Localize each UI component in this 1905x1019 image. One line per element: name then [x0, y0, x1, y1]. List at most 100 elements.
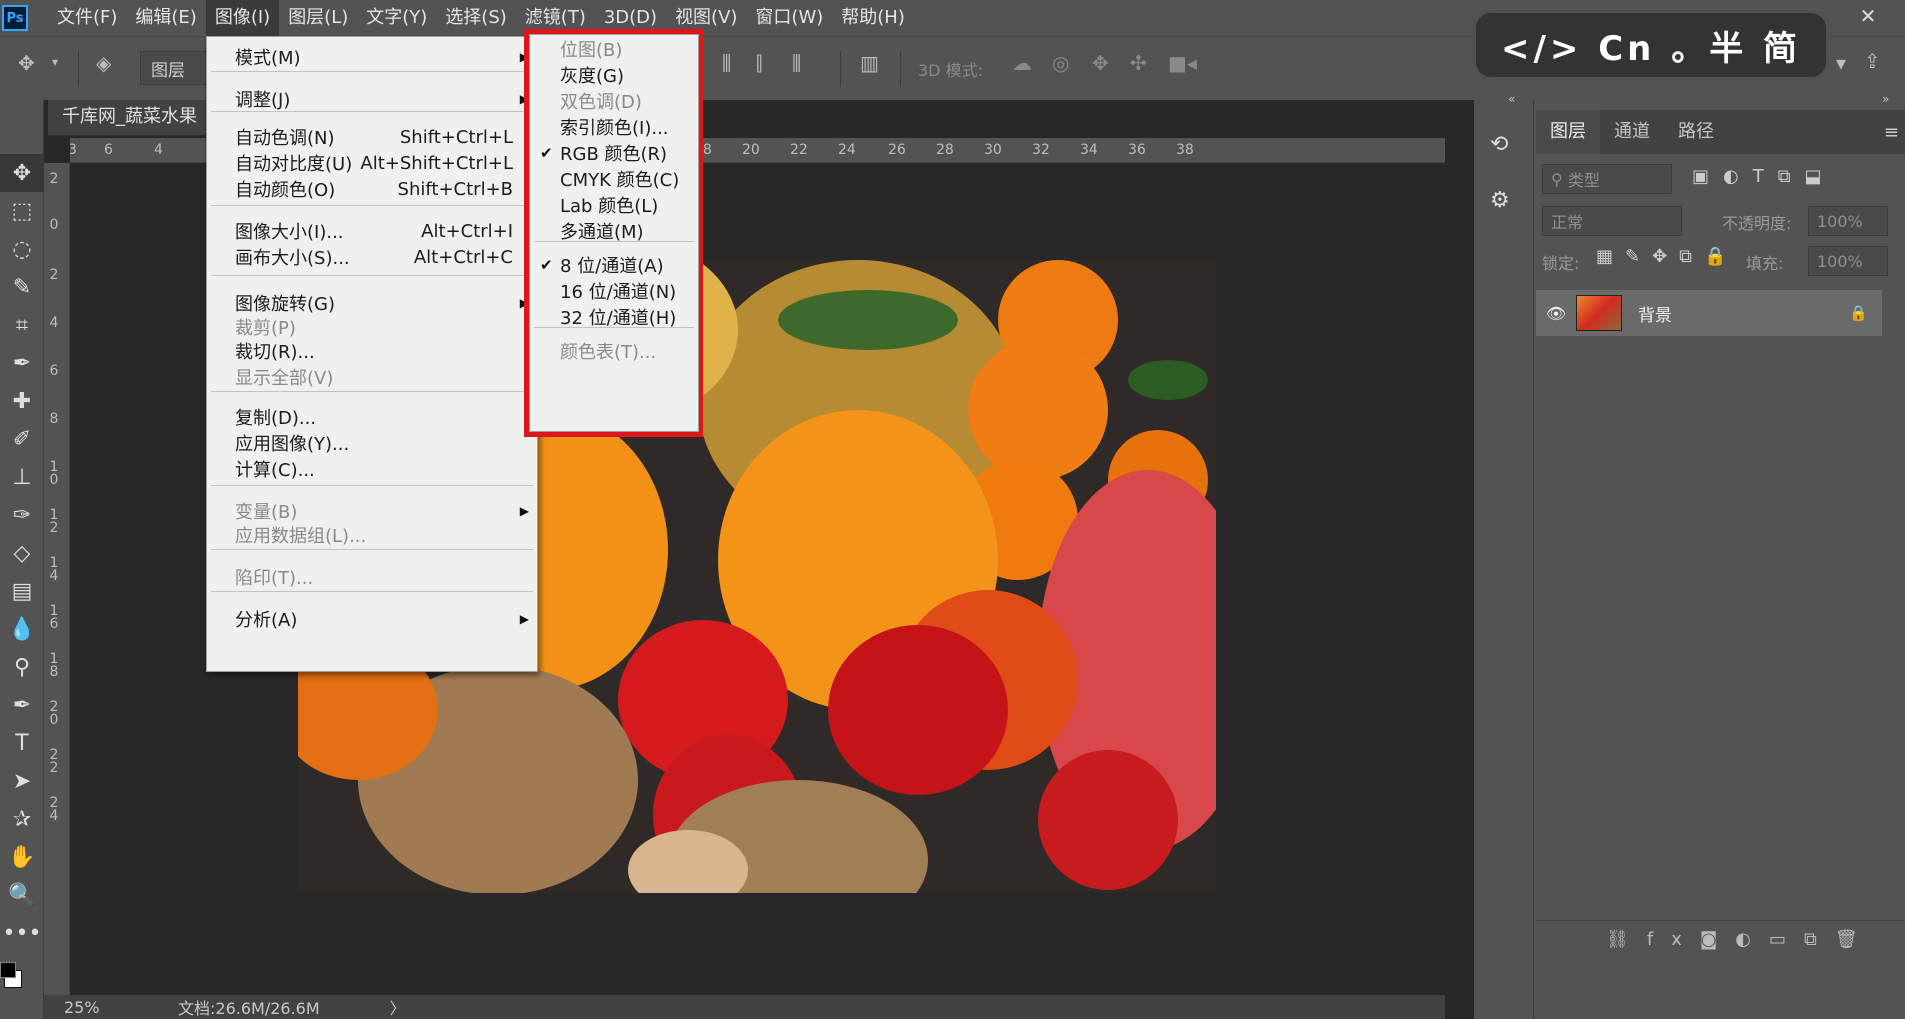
submenu-item-label: Lab 颜色(L) [560, 196, 659, 217]
eyedropper-tool-icon[interactable]: ✒ [0, 344, 44, 382]
more-tools-icon[interactable]: ••• [0, 914, 44, 952]
layer-row[interactable]: 👁 背景 🔒 [1536, 290, 1882, 336]
align-middle-icon[interactable]: ⫿ [756, 51, 762, 75]
shape-tool-icon[interactable]: ✰ [0, 800, 44, 838]
zoom-tool-icon[interactable]: 🔍 [0, 876, 44, 914]
move-tool-icon[interactable]: ✥ [18, 51, 35, 75]
menu-item[interactable]: 帮助(H) [832, 0, 914, 36]
mode-submenu-item[interactable]: 32 位/通道(H) [530, 303, 698, 331]
image-menu-item[interactable]: 自动对比度(U) Alt+Shift+Ctrl+L [207, 149, 537, 177]
menu-item[interactable]: 选择(S) [436, 0, 515, 36]
panel-menu-icon[interactable]: ≡ [1884, 122, 1899, 143]
ruler-tick-label: 2 [49, 267, 59, 283]
chevron-down-icon[interactable]: ▾ [52, 55, 58, 69]
menu-item-shortcut: Shift+Ctrl+L [399, 126, 513, 148]
auto-select-target[interactable]: 图层 [140, 51, 210, 85]
menu-item-label: 应用数据组(L)... [235, 526, 367, 547]
properties-panel-icon[interactable]: ⚙ [1490, 188, 1510, 213]
3d-roll-icon[interactable]: ◎ [1052, 51, 1069, 75]
brush-tool-icon[interactable]: ✐ [0, 420, 44, 458]
3d-scale-icon[interactable]: ■◂ [1168, 51, 1197, 75]
image-menu-item[interactable]: 应用图像(Y)... [207, 429, 537, 457]
share-icon[interactable]: ⇪ [1864, 49, 1881, 73]
image-menu-item[interactable]: 分析(A) ▶ [207, 605, 537, 633]
tab-channels[interactable]: 通道 [1600, 110, 1664, 154]
mode-submenu-item[interactable]: 索引颜色(I)... [530, 113, 698, 141]
image-menu-dropdown: 模式(M) ▶ 调整(J) ▶ 自动色调(N) Shift+Ctrl+L 自动对比度(U) A… [206, 36, 538, 672]
fill-field[interactable]: 100% [1808, 246, 1888, 276]
menu-item[interactable]: 窗口(W) [746, 0, 832, 36]
menu-item[interactable]: 文字(Y) [357, 0, 436, 36]
quick-select-tool-icon[interactable]: ✎ [0, 268, 44, 306]
layer-actions-icons[interactable]: ⛓fx◙◐▭⧉🗑 [1606, 929, 1876, 950]
image-menu-item[interactable]: 复制(D)... [207, 403, 537, 431]
mode-submenu-item[interactable]: Lab 颜色(L) [530, 191, 698, 219]
collapse-right-icon[interactable]: » [1882, 92, 1889, 106]
image-menu-item[interactable]: 调整(J) ▶ [207, 85, 537, 113]
blend-mode-select[interactable]: 正常 [1542, 206, 1682, 236]
tab-paths[interactable]: 路径 [1664, 110, 1728, 154]
blur-tool-icon[interactable]: 💧 [0, 610, 44, 648]
close-window-button[interactable]: ✕ [1848, 2, 1888, 30]
image-menu-item[interactable]: 自动颜色(O) Shift+Ctrl+B [207, 175, 537, 203]
document-tab[interactable]: 千库网_蔬菜水果 [48, 100, 212, 136]
healing-brush-icon[interactable]: ✚ [0, 382, 44, 420]
menu-item[interactable]: 编辑(E) [126, 0, 205, 36]
distribute-icon[interactable]: ▥ [860, 51, 879, 75]
image-menu-item[interactable]: 图像大小(I)... Alt+Ctrl+I [207, 217, 537, 245]
image-menu-item[interactable]: 计算(C)... [207, 455, 537, 483]
foreground-color-swatch[interactable] [0, 962, 16, 978]
image-menu-item[interactable]: 裁切(R)... [207, 337, 537, 365]
eraser-tool-icon[interactable]: ◇ [0, 534, 44, 572]
workspace-chevron-icon[interactable]: ▾ [1836, 51, 1846, 75]
3d-slide-icon[interactable]: ✣ [1130, 51, 1147, 75]
image-menu-item[interactable]: 自动色调(N) Shift+Ctrl+L [207, 123, 537, 151]
move-tool-icon[interactable]: ✥ [0, 154, 44, 192]
image-menu-item[interactable]: 模式(M) ▶ [207, 43, 537, 71]
3d-pan-icon[interactable]: ✥ [1092, 51, 1109, 75]
dodge-tool-icon[interactable]: ⚲ [0, 648, 44, 686]
crop-tool-icon[interactable]: ⌗ [0, 306, 44, 344]
mode-submenu-item[interactable]: 16 位/通道(N) [530, 277, 698, 305]
align-right-icon[interactable]: ⫼ [792, 51, 801, 75]
lock-options-icons[interactable]: ▦✎✥⧉🔒 [1596, 246, 1738, 267]
pen-tool-icon[interactable]: ✒ [0, 686, 44, 724]
mode-submenu-item[interactable]: CMYK 颜色(C) [530, 165, 698, 193]
stamp-tool-icon[interactable]: ⊥ [0, 458, 44, 496]
hand-tool-icon[interactable]: ✋ [0, 838, 44, 876]
fill-label: 填充: [1746, 254, 1784, 273]
collapse-left-icon[interactable]: « [1508, 92, 1515, 106]
menu-item[interactable]: 图层(L) [279, 0, 357, 36]
layers-stack-icon[interactable]: ◈ [96, 51, 111, 75]
type-tool-icon[interactable]: T [0, 724, 44, 762]
marquee-tool-icon[interactable]: ⬚ [0, 192, 44, 230]
mode-submenu-item[interactable]: ✔ 8 位/通道(A) [530, 251, 698, 279]
menu-item[interactable]: 图像(I) [205, 0, 280, 36]
eye-icon[interactable]: 👁 [1536, 304, 1576, 323]
menu-item-shortcut: Shift+Ctrl+B [397, 178, 513, 200]
tab-layers[interactable]: 图层 [1536, 110, 1600, 154]
mode-submenu-item[interactable]: 灰度(G) [530, 61, 698, 89]
status-menu-arrow[interactable]: 〉 [390, 995, 406, 1019]
image-menu-item[interactable]: 画布大小(S)... Alt+Ctrl+C [207, 243, 537, 271]
menu-item-label: 分析(A) [235, 610, 298, 631]
align-center-icon[interactable]: ⫼ [722, 51, 731, 75]
lasso-tool-icon[interactable]: ◌ [0, 230, 44, 268]
mode-submenu-item[interactable]: ✔ RGB 颜色(R) [530, 139, 698, 167]
filter-icons[interactable]: ▣◐T⧉⬓ [1692, 166, 1836, 187]
opacity-field[interactable]: 100% [1808, 206, 1888, 236]
filter-type-label: 类型 [1567, 171, 1600, 190]
mode-submenu-item[interactable]: 多通道(M) [530, 217, 698, 245]
history-panel-icon[interactable]: ⟲ [1490, 132, 1508, 157]
ruler-tick-label: 32 [1032, 142, 1050, 158]
menu-separator [211, 485, 533, 486]
gradient-tool-icon[interactable]: ▤ [0, 572, 44, 610]
menu-item[interactable]: 文件(F) [48, 0, 126, 36]
ruler-tick-label: 1 6 [49, 603, 59, 632]
3d-orbit-icon[interactable]: ☁ [1012, 51, 1032, 75]
layer-filter-select[interactable]: ⚲ 类型 [1542, 164, 1672, 194]
history-brush-icon[interactable]: ✑ [0, 496, 44, 534]
3d-mode-label: 3D 模式: [918, 61, 983, 80]
path-select-icon[interactable]: ➤ [0, 762, 44, 800]
zoom-level[interactable]: 25% [64, 998, 174, 1017]
